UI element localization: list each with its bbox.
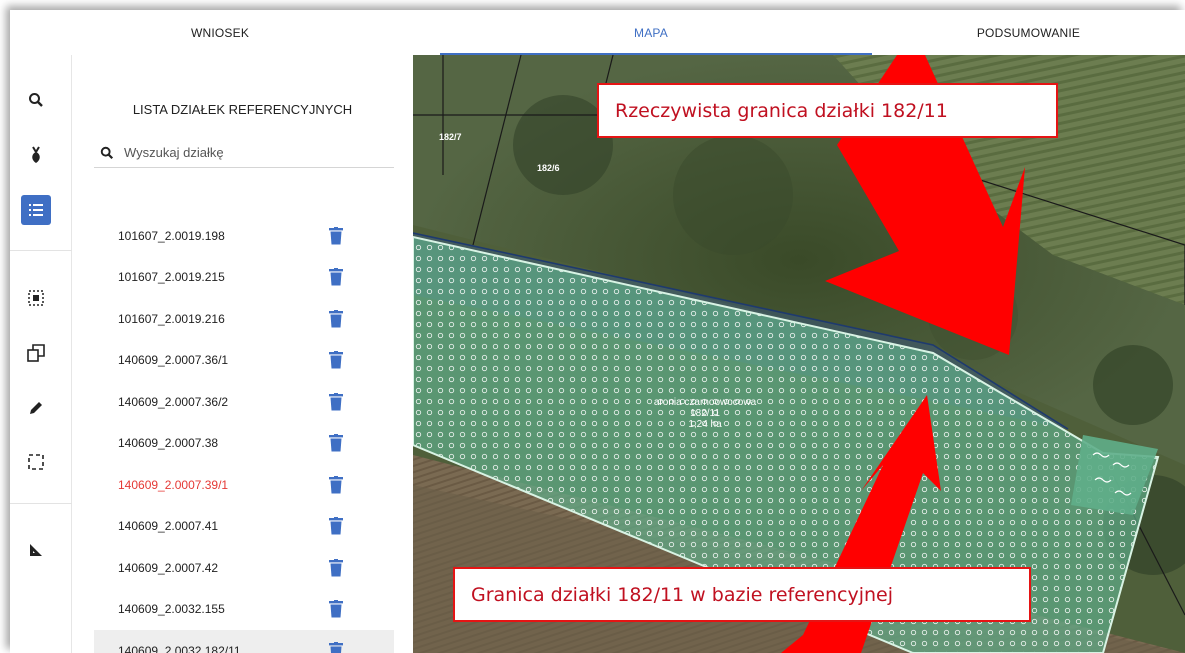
panel-title: LISTA DZIAŁEK REFERENCYJNYCH: [132, 102, 353, 117]
trash-icon: [329, 309, 343, 328]
crop-parcel: 182/11: [690, 408, 720, 419]
delete-parcel-button[interactable]: [329, 600, 343, 618]
tool-rail: [10, 55, 72, 653]
parcel-row[interactable]: 140609_2.0032.182/11: [94, 630, 394, 653]
parcel-code: 140609_2.0007.36/2: [118, 394, 229, 409]
parcel-row[interactable]: 140609_2.0032.155: [94, 589, 394, 631]
parcel-search-input[interactable]: [124, 145, 374, 160]
parcel-list-panel: LISTA DZIAŁEK REFERENCYJNYCH 101607_2.00…: [72, 55, 413, 653]
crop-name: aronia czarnoowocowa: [653, 397, 757, 408]
parcel-code: 140609_2.0007.42: [118, 560, 219, 575]
parcel-row[interactable]: 140609_2.0007.39/1: [94, 464, 394, 506]
delete-parcel-button[interactable]: [329, 351, 343, 369]
delete-parcel-button[interactable]: [329, 558, 343, 577]
delete-parcel-button[interactable]: [329, 434, 343, 452]
parcel-row[interactable]: 101607_2.0019.215: [94, 257, 394, 299]
pencil-icon: [30, 402, 42, 414]
delete-parcel-button[interactable]: [329, 392, 343, 411]
ruler-triangle-icon: [30, 544, 42, 556]
parcel-search: [94, 138, 394, 168]
parcel-row[interactable]: 140609_2.0007.42: [94, 547, 394, 589]
copy-shape-icon: [27, 344, 45, 362]
parcel-row[interactable]: 140609_2.0007.36/1: [94, 340, 394, 382]
parcel-row[interactable]: 140609_2.0007.36/2: [94, 381, 394, 423]
delete-parcel-button[interactable]: [329, 268, 343, 286]
trash-icon: [329, 475, 343, 494]
trash-icon: [329, 226, 343, 245]
delete-parcel-button[interactable]: [329, 475, 343, 494]
tab-podsumowanie[interactable]: PODSUMOWANIE: [872, 10, 1185, 55]
top-tab-bar: WNIOSEK MAPA PODSUMOWANIE: [10, 10, 1185, 55]
list-icon: [29, 204, 43, 216]
callout-reference-boundary: Granica działki 182/11 w bazie referency…: [453, 567, 1031, 622]
rail-divider: [10, 250, 72, 251]
rectangle-select-tool-button[interactable]: [21, 447, 51, 477]
plant-tool-button[interactable]: [21, 140, 51, 170]
map-canvas: [413, 55, 1185, 653]
parcel-code: 140609_2.0007.38: [118, 436, 219, 451]
parcel-code: 140609_2.0032.155: [118, 602, 225, 617]
trash-icon: [329, 600, 343, 618]
rail-divider: [10, 503, 72, 504]
parcel-row[interactable]: 140609_2.0007.38: [94, 423, 394, 465]
parcel-code: 140609_2.0007.41: [118, 519, 219, 534]
tab-wniosek[interactable]: WNIOSEK: [10, 10, 430, 55]
parcel-code: 140609_2.0007.39/1: [118, 477, 229, 492]
crop-area: 1,24 ha: [688, 419, 722, 430]
select-parcel-tool-button[interactable]: [21, 283, 51, 313]
trash-icon: [329, 351, 343, 369]
trash-icon: [329, 641, 343, 653]
delete-parcel-button[interactable]: [329, 309, 343, 328]
search-icon: [100, 146, 114, 159]
search-tool-button[interactable]: [21, 85, 51, 115]
parcel-code: 101607_2.0019.215: [118, 270, 225, 285]
tab-mapa[interactable]: MAPA: [430, 10, 872, 55]
parcel-code: 140609_2.0032.182/11: [118, 643, 241, 653]
parcel-row[interactable]: 140609_2.0007.41: [94, 506, 394, 548]
map-view[interactable]: 182/7 182/6 aronia czarnoowocowa 182/11 …: [413, 55, 1185, 653]
parcel-code: 140609_2.0007.36/1: [118, 353, 229, 368]
copy-shape-tool-button[interactable]: [21, 338, 51, 368]
trash-icon: [329, 392, 343, 411]
trash-icon: [329, 434, 343, 452]
plant-icon: [32, 146, 40, 163]
parcel-label-182-7: 182/7: [439, 132, 462, 142]
parcel-row[interactable]: 101607_2.0019.216: [94, 298, 394, 340]
parcel-list-tool-button[interactable]: [21, 195, 51, 225]
parcel-code: 101607_2.0019.216: [118, 311, 225, 326]
delete-parcel-button[interactable]: [329, 517, 343, 535]
dashed-rect-icon: [28, 454, 44, 470]
measure-tool-button[interactable]: [21, 535, 51, 565]
draw-tool-button[interactable]: [21, 393, 51, 423]
parcel-label-182-6: 182/6: [537, 163, 560, 173]
delete-parcel-button[interactable]: [329, 641, 343, 653]
parcel-list: 101607_2.0019.198 101607_2.0019.215 101607…: [94, 215, 394, 653]
callout-actual-boundary: Rzeczywista granica działki 182/11: [597, 83, 1058, 138]
trash-icon: [329, 268, 343, 286]
trash-icon: [329, 517, 343, 535]
parcel-row[interactable]: 101607_2.0019.198: [94, 215, 394, 257]
application-window: WNIOSEK MAPA PODSUMOWANIE LISTA DZIAŁEK …: [10, 10, 1185, 653]
crop-label: aronia czarnoowocowa 182/11 1,24 ha: [635, 397, 775, 430]
parcel-code: 101607_2.0019.198: [118, 228, 225, 243]
delete-parcel-button[interactable]: [329, 226, 343, 245]
select-parcel-icon: [28, 290, 44, 306]
search-icon: [29, 93, 43, 107]
trash-icon: [329, 558, 343, 577]
